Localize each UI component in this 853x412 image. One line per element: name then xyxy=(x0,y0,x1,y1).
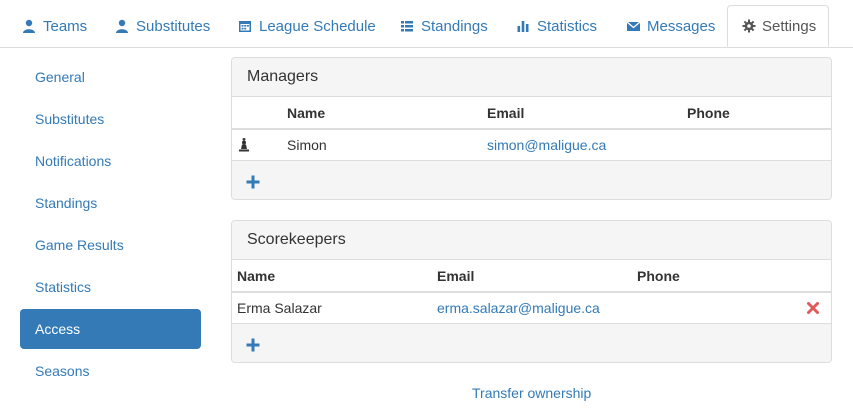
gear-icon xyxy=(742,18,756,34)
table-row: Erma Salazar erma.salazar@maligue.ca xyxy=(232,293,831,324)
scorekeepers-panel: Scorekeepers Name Email Phone Erma Salaz… xyxy=(231,220,832,363)
managers-footer xyxy=(232,161,831,199)
tab-standings[interactable]: Standings xyxy=(399,6,488,46)
scorekeeper-email[interactable]: erma.salazar@maligue.ca xyxy=(437,293,600,323)
scorekeeper-name: Erma Salazar xyxy=(237,300,322,316)
transfer-ownership-link[interactable]: Transfer ownership xyxy=(472,383,591,403)
sidebar-item-access[interactable]: Access xyxy=(20,309,201,349)
add-manager-button[interactable] xyxy=(246,175,260,189)
calendar-icon xyxy=(237,18,253,34)
tab-label: Settings xyxy=(762,17,817,35)
tab-settings[interactable]: Settings xyxy=(727,5,829,47)
column-header-phone: Phone xyxy=(637,267,680,284)
sidebar-item-label: Seasons xyxy=(35,363,90,379)
tab-label: Messages xyxy=(647,17,716,35)
tab-messages[interactable]: Messages xyxy=(625,6,715,46)
tab-label: Teams xyxy=(43,17,88,35)
managers-title: Managers xyxy=(232,58,831,97)
sidebar-item-label: Access xyxy=(35,321,81,337)
main-tabs: Teams Substitutes League Schedule Standi… xyxy=(0,0,853,48)
sidebar-item-substitutes[interactable]: Substitutes xyxy=(20,99,201,139)
envelope-icon xyxy=(625,18,641,34)
scorekeepers-title: Scorekeepers xyxy=(232,221,831,260)
managers-panel: Managers Name Email Phone Simon simon@ma… xyxy=(231,57,832,200)
manager-email[interactable]: simon@maligue.ca xyxy=(487,130,606,160)
tab-league-schedule[interactable]: League Schedule xyxy=(237,6,376,46)
sidebar-item-game-results[interactable]: Game Results xyxy=(20,225,201,265)
remove-icon xyxy=(807,302,819,314)
column-header-email: Email xyxy=(437,267,475,284)
column-header-name: Name xyxy=(237,267,276,284)
tab-label: Standings xyxy=(421,17,488,35)
sidebar-item-label: Statistics xyxy=(35,279,92,295)
tab-label: Substitutes xyxy=(136,17,211,35)
bar-chart-icon xyxy=(515,18,531,34)
tab-teams[interactable]: Teams xyxy=(21,6,87,46)
owner-icon xyxy=(237,130,251,160)
list-icon xyxy=(399,18,415,34)
add-scorekeeper-button[interactable] xyxy=(246,338,260,352)
table-row: Simon simon@maligue.ca xyxy=(232,130,831,161)
remove-scorekeeper-button[interactable] xyxy=(807,293,819,323)
sidebar-item-label: Standings xyxy=(35,195,98,211)
manager-name: Simon xyxy=(287,137,327,153)
sidebar-item-statistics[interactable]: Statistics xyxy=(20,267,201,307)
column-header-name: Name xyxy=(287,104,326,121)
user-icon xyxy=(114,18,130,34)
sidebar-item-label: Game Results xyxy=(35,237,124,253)
sidebar-item-label: Notifications xyxy=(35,153,112,169)
column-header-email: Email xyxy=(487,104,525,121)
plus-icon xyxy=(246,338,260,351)
sidebar-item-seasons[interactable]: Seasons xyxy=(20,351,201,391)
scorekeepers-footer xyxy=(232,324,831,362)
manager-email-link[interactable]: simon@maligue.ca xyxy=(487,137,606,153)
scorekeepers-table-header: Name Email Phone xyxy=(232,260,831,293)
sidebar-item-notifications[interactable]: Notifications xyxy=(20,141,201,181)
sidebar-item-standings[interactable]: Standings xyxy=(20,183,201,223)
managers-table-header: Name Email Phone xyxy=(232,97,831,130)
tab-label: League Schedule xyxy=(259,17,376,35)
tab-substitutes[interactable]: Substitutes xyxy=(114,6,210,46)
sidebar-item-label: Substitutes xyxy=(35,111,105,127)
sidebar-item-general[interactable]: General xyxy=(20,57,201,97)
scorekeeper-email-link[interactable]: erma.salazar@maligue.ca xyxy=(437,300,600,316)
sidebar-item-label: General xyxy=(35,69,85,85)
user-icon xyxy=(21,18,37,34)
plus-icon xyxy=(246,175,260,188)
tab-label: Statistics xyxy=(537,17,598,35)
column-header-phone: Phone xyxy=(687,104,730,121)
tab-statistics[interactable]: Statistics xyxy=(515,6,597,46)
